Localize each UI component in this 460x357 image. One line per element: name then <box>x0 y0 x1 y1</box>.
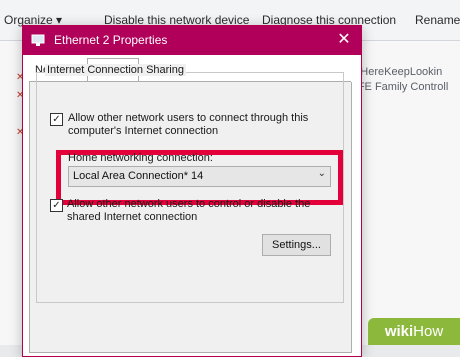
network-adapter-icon <box>31 34 45 46</box>
allow-connect-label-line1: Allow other network users to connect thr… <box>68 112 309 124</box>
wikihow-wiki-text: wiki <box>384 323 414 340</box>
close-button[interactable]: ✕ <box>333 30 355 50</box>
wikihow-how-text: How <box>413 323 444 340</box>
allow-control-label-line1: Allow other network users to control or … <box>67 198 311 210</box>
dialog-title: Ethernet 2 Properties <box>54 33 168 47</box>
allow-control-checkbox[interactable]: ✓ <box>50 199 63 212</box>
connection-device-text: re FE Family Controll <box>345 81 449 93</box>
allow-control-label-line2: shared Internet connection <box>67 211 198 223</box>
connection-name-text: netHereKeepLookin <box>345 66 443 78</box>
ics-group-title: Internet Connection Sharing <box>45 64 186 76</box>
settings-button[interactable]: Settings... <box>262 234 331 256</box>
wikihow-logo: wikiHow <box>368 318 460 345</box>
rename-button[interactable]: Rename <box>415 13 460 27</box>
allow-connect-label-line2: computer's Internet connection <box>68 125 219 137</box>
allow-connect-checkbox[interactable]: ✓ <box>50 113 63 126</box>
home-networking-value: Local Area Connection* 14 <box>73 170 204 182</box>
home-networking-select[interactable]: Local Area Connection* 14 ⌄ <box>68 166 331 187</box>
dialog-titlebar[interactable]: Ethernet 2 Properties ✕ <box>23 26 361 55</box>
chevron-down-icon: ⌄ <box>317 168 326 179</box>
home-networking-label: Home networking connection: <box>68 152 213 164</box>
